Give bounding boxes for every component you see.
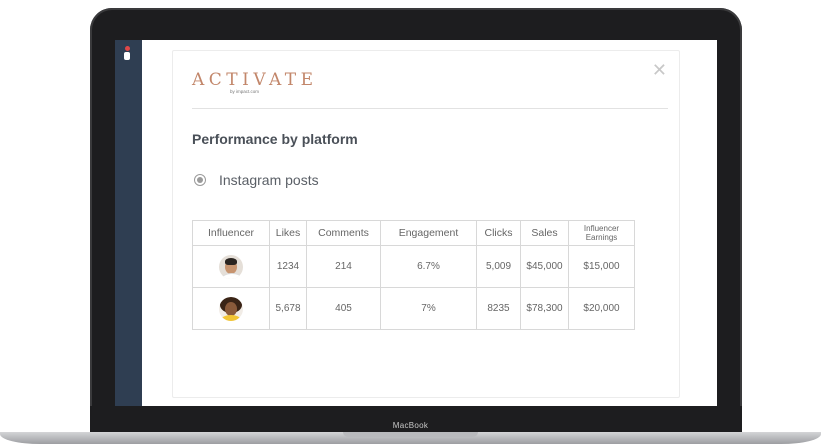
table-row: 1234 214 6.7% 5,009 $45,000 $15,000 [192, 245, 635, 288]
brand-logo: ACTIVATE by impact.com [192, 70, 318, 94]
column-header-sales: Sales [520, 220, 569, 246]
app-logo-icon[interactable] [124, 46, 130, 60]
performance-modal: ACTIVATE by impact.com ✕ Performance by … [172, 50, 680, 398]
brand-subtitle: by impact.com [230, 89, 260, 94]
platform-option-label: Instagram posts [219, 172, 319, 188]
clicks-cell: 8235 [476, 287, 521, 330]
table-row: 5,678 405 7% 8235 $78,300 $20,000 [192, 287, 635, 330]
column-header-influencer-earnings: Influencer Earnings [568, 220, 635, 246]
platform-option-instagram[interactable]: Instagram posts [194, 172, 319, 188]
comments-cell: 405 [306, 287, 381, 330]
radio-selected-icon[interactable] [194, 174, 206, 186]
app-sidebar [115, 40, 142, 406]
man-with-glasses-avatar[interactable] [219, 254, 243, 279]
likes-cell: 5,678 [269, 287, 307, 330]
header-divider [192, 108, 668, 109]
column-header-influencer: Influencer [192, 220, 270, 246]
table-header-row: Influencer Likes Comments Engagement Cli… [192, 220, 635, 246]
column-header-likes: Likes [269, 220, 307, 246]
engagement-cell: 7% [380, 287, 477, 330]
section-title: Performance by platform [192, 131, 358, 147]
close-icon[interactable]: ✕ [652, 61, 667, 79]
laptop-screen: ACTIVATE by impact.com ✕ Performance by … [115, 40, 717, 406]
brand-name: ACTIVATE [192, 70, 318, 90]
earnings-cell: $15,000 [568, 245, 635, 288]
comments-cell: 214 [306, 245, 381, 288]
laptop-base-notch [343, 432, 478, 437]
influencer-cell [192, 245, 270, 288]
column-header-comments: Comments [306, 220, 381, 246]
device-label: MacBook [392, 421, 429, 430]
earnings-cell: $20,000 [568, 287, 635, 330]
engagement-cell: 6.7% [380, 245, 477, 288]
sales-cell: $78,300 [520, 287, 569, 330]
woman-with-curly-hair-avatar[interactable] [219, 296, 243, 321]
clicks-cell: 5,009 [476, 245, 521, 288]
sales-cell: $45,000 [520, 245, 569, 288]
column-header-engagement: Engagement [380, 220, 477, 246]
influencer-cell [192, 287, 270, 330]
performance-table: Influencer Likes Comments Engagement Cli… [192, 220, 635, 330]
likes-cell: 1234 [269, 245, 307, 288]
column-header-clicks: Clicks [476, 220, 521, 246]
